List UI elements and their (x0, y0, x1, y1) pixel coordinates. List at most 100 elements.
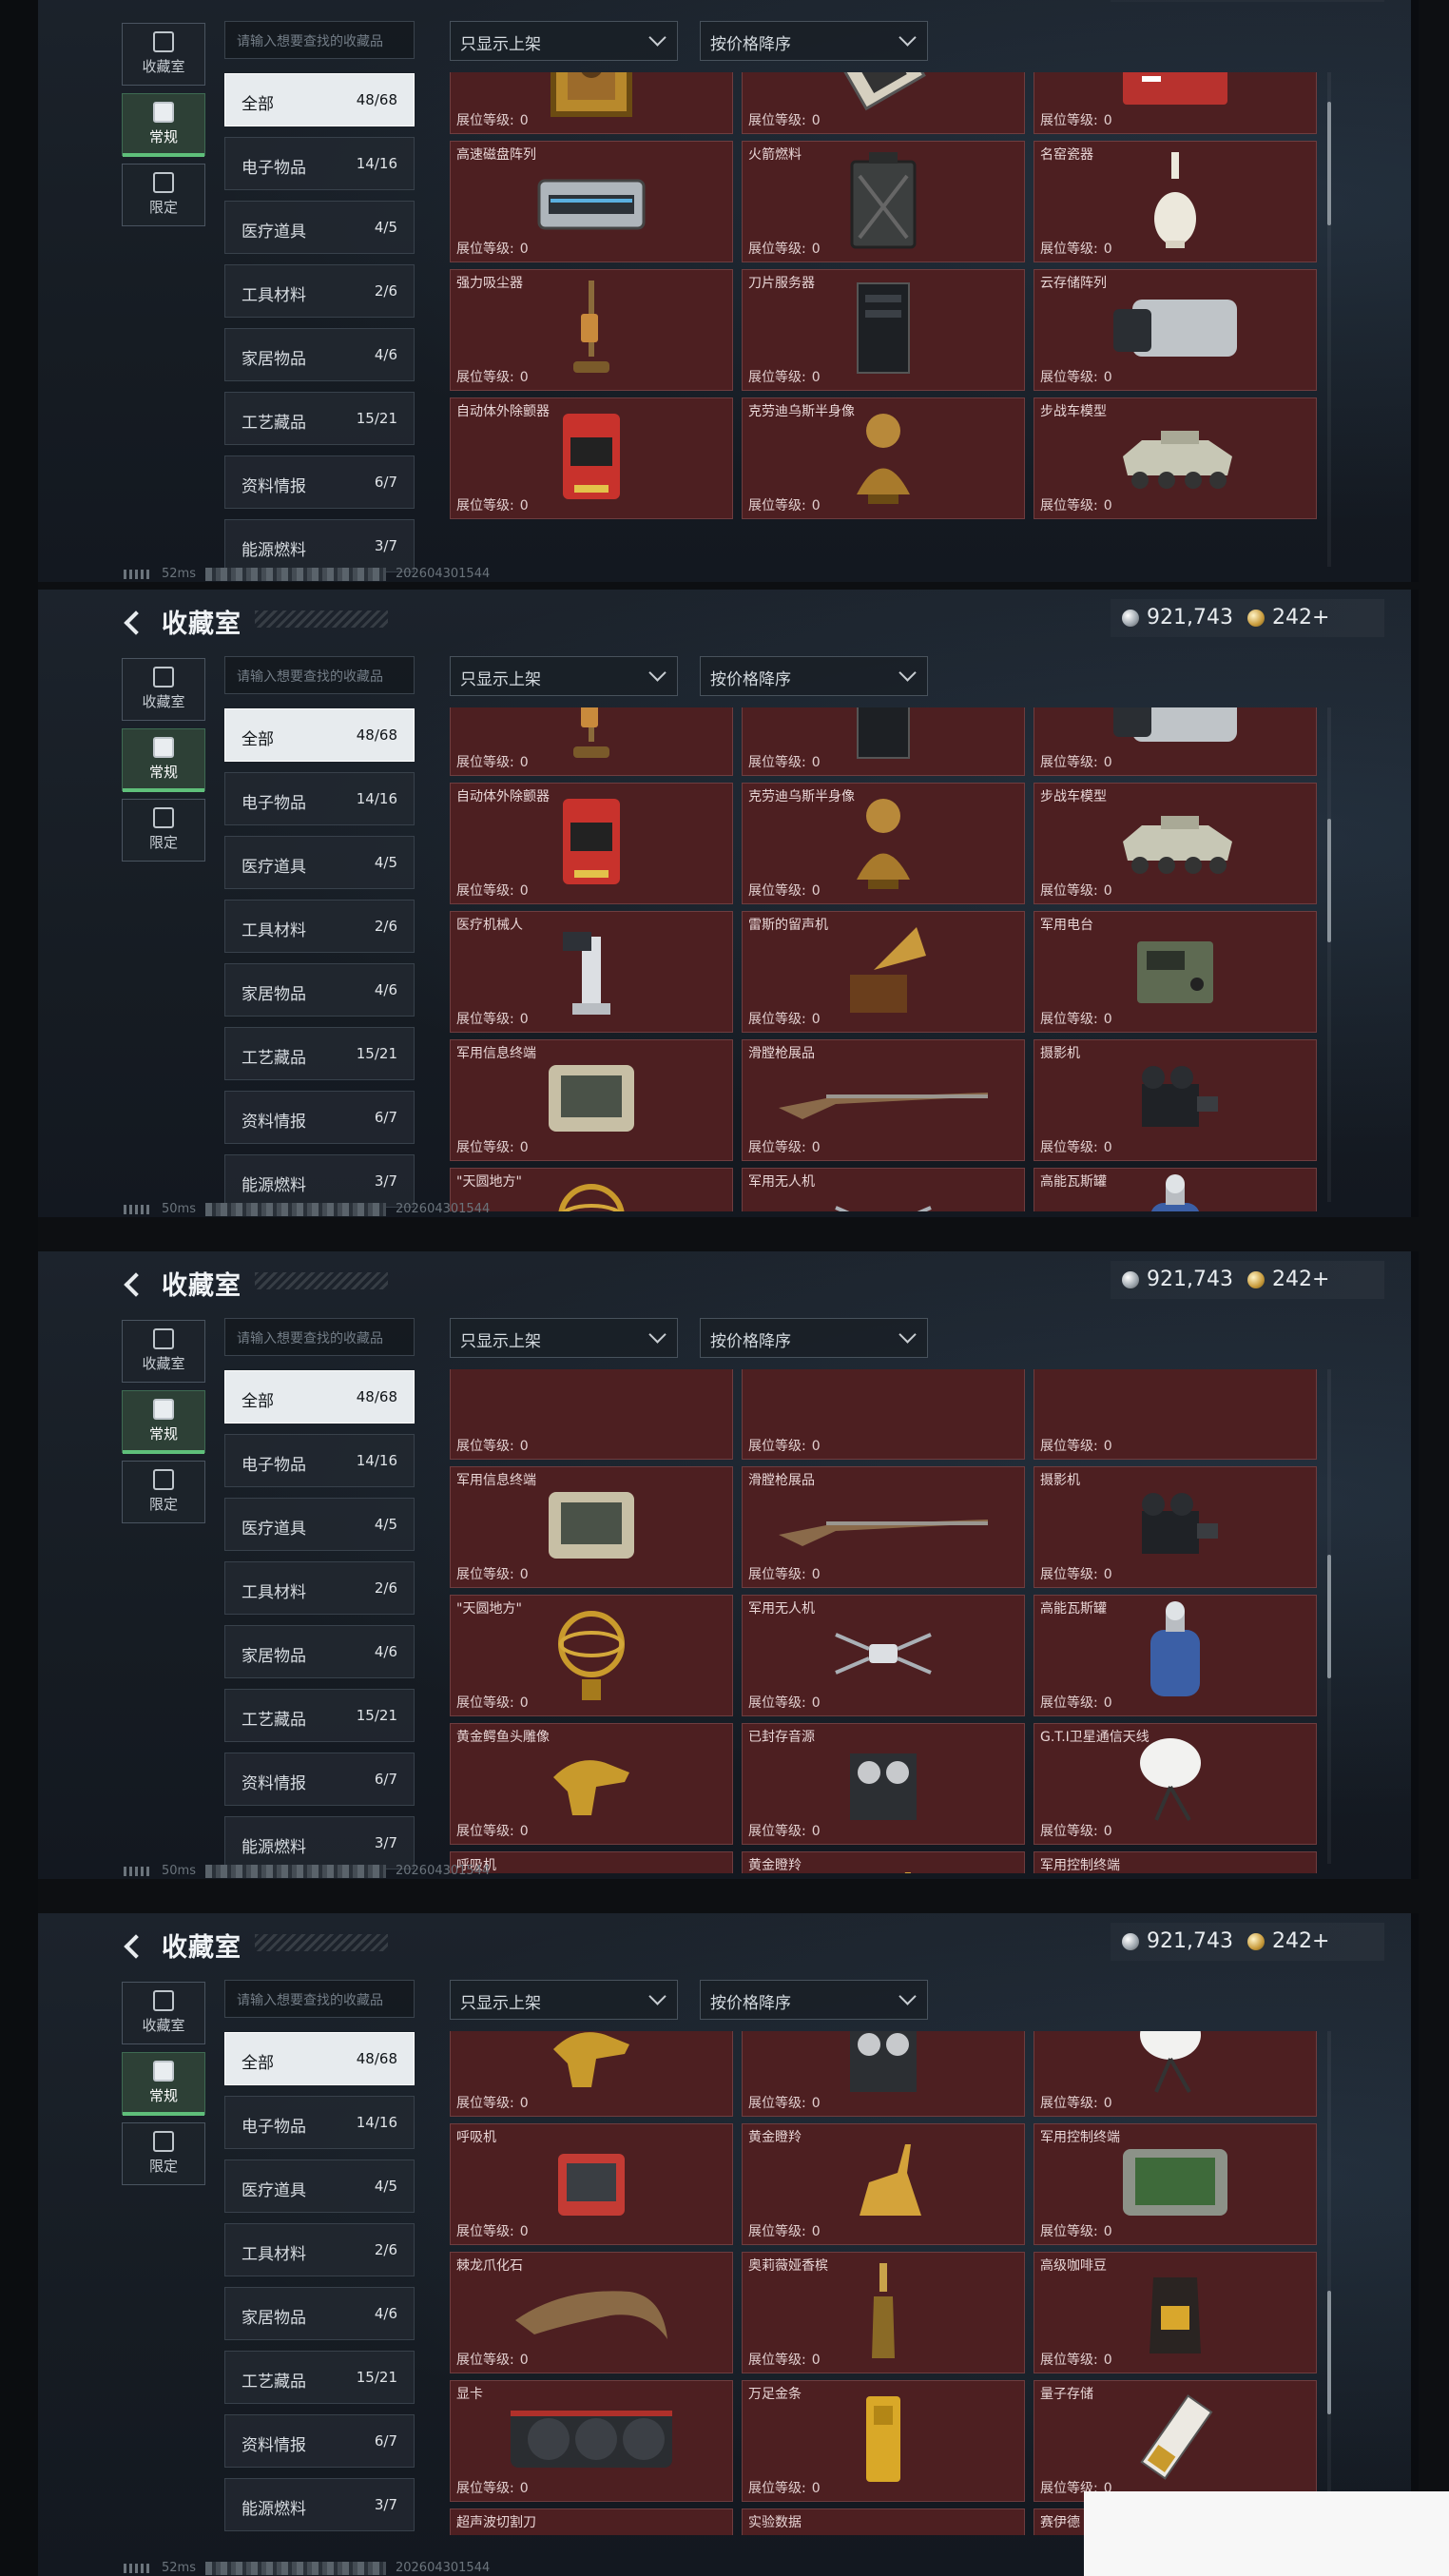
category-item[interactable]: 医疗道具 4/5 (224, 201, 415, 254)
category-item[interactable]: 电子物品 14/16 (224, 137, 415, 190)
category-item[interactable]: 资料情报 6/7 (224, 2414, 415, 2468)
collection-card[interactable]: 展位等级: 0 (742, 72, 1025, 134)
collection-card[interactable]: 展位等级: 0 (450, 72, 733, 134)
tab-regular[interactable]: 常规 (122, 1390, 205, 1454)
category-item[interactable]: 工艺藏品 15/21 (224, 2351, 415, 2404)
collection-card[interactable]: 展位等级: 0 (1034, 707, 1317, 776)
filter-dropdown[interactable]: 只显示上架 (450, 1318, 678, 1358)
collection-card[interactable]: "天圆地方"展位等级:0 (450, 1595, 733, 1716)
category-item[interactable]: 工艺藏品 15/21 (224, 392, 415, 445)
tab-regular[interactable]: 常规 (122, 2052, 205, 2116)
category-item[interactable]: 家居物品 4/6 (224, 963, 415, 1017)
category-item[interactable]: 医疗道具 4/5 (224, 2160, 415, 2213)
collection-card[interactable]: 滑膛枪展品 展位等级: 0 (742, 1466, 1025, 1588)
collection-card[interactable]: 展位等级: 0 (1034, 1369, 1317, 1460)
filter-dropdown[interactable]: 只显示上架 (450, 21, 678, 61)
category-item[interactable]: 能源燃料 3/7 (224, 1816, 415, 1869)
category-item[interactable]: 工具材料 2/6 (224, 1561, 415, 1615)
filter-dropdown[interactable]: 只显示上架 (450, 656, 678, 696)
grid-scrollbar[interactable] (1327, 707, 1331, 1202)
search-input[interactable]: 请输入想要查找的收藏品 (224, 1980, 415, 2018)
collection-card[interactable]: 军用控制终端展位等级:0 (1034, 1851, 1317, 1873)
collection-card[interactable]: 呼吸机展位等级:0 (450, 1851, 733, 1873)
collection-card[interactable]: 展位等级: 0 (742, 2031, 1025, 2117)
collection-card[interactable]: 实验数据展位等级:0 (742, 2508, 1025, 2535)
category-item[interactable]: 资料情报 6/7 (224, 1753, 415, 1806)
scrollbar-thumb[interactable] (1327, 1555, 1331, 1678)
collection-card[interactable]: 雷斯的留声机 展位等级: 0 (742, 911, 1025, 1033)
collection-card[interactable]: 克劳迪乌斯半身像 展位等级: 0 (742, 397, 1025, 519)
collection-card[interactable]: 步战车模型 展位等级: 0 (1034, 783, 1317, 904)
collection-card[interactable]: 军用信息终端 展位等级: 0 (450, 1039, 733, 1161)
back-icon[interactable] (122, 1930, 150, 1959)
category-item[interactable]: 家居物品 4/6 (224, 2287, 415, 2340)
category-item[interactable]: 资料情报 6/7 (224, 1091, 415, 1144)
collection-card[interactable]: 高能瓦斯罐展位等级:0 (1034, 1168, 1317, 1211)
scrollbar-thumb[interactable] (1327, 819, 1331, 942)
collection-card[interactable]: 展位等级: 0 (1034, 72, 1317, 134)
collection-card[interactable]: 展位等级: 0 (450, 707, 733, 776)
category-item[interactable]: 医疗道具 4/5 (224, 836, 415, 889)
collection-card[interactable]: 呼吸机展位等级:0 (450, 2123, 733, 2245)
scrollbar-thumb[interactable] (1327, 102, 1331, 226)
collection-card[interactable]: 高能瓦斯罐展位等级:0 (1034, 1595, 1317, 1716)
collection-card[interactable]: 医疗机械人 展位等级: 0 (450, 911, 733, 1033)
tab-limited[interactable]: 限定 (122, 2122, 205, 2185)
category-item[interactable]: 医疗道具 4/5 (224, 1498, 415, 1551)
sort-dropdown[interactable]: 按价格降序 (700, 656, 928, 696)
collection-card[interactable]: 名窑瓷器 展位等级: 0 (1034, 141, 1317, 262)
collection-card[interactable]: 军用无人机展位等级:0 (742, 1595, 1025, 1716)
tab-limited[interactable]: 限定 (122, 1461, 205, 1523)
grid-scrollbar[interactable] (1327, 1369, 1331, 1864)
collection-card[interactable]: 黄金鳄鱼头雕像 展位等级: 0 (450, 1723, 733, 1845)
search-input[interactable]: 请输入想要查找的收藏品 (224, 1318, 415, 1356)
sort-dropdown[interactable]: 按价格降序 (700, 21, 928, 61)
category-item[interactable]: 资料情报 6/7 (224, 455, 415, 509)
collection-card[interactable]: 刀片服务器 展位等级: 0 (742, 269, 1025, 391)
scrollbar-thumb[interactable] (1327, 2291, 1331, 2414)
collection-card[interactable]: 展位等级: 0 (1034, 2031, 1317, 2117)
tab-regular[interactable]: 常规 (122, 728, 205, 792)
category-item[interactable]: 工具材料 2/6 (224, 2223, 415, 2276)
tab-collection[interactable]: 收藏室 (122, 23, 205, 86)
collection-card[interactable]: 军用无人机展位等级:0 (742, 1168, 1025, 1211)
collection-card[interactable]: 黄金瞪羚展位等级:0 (742, 2123, 1025, 2245)
collection-card[interactable]: "天圆地方"展位等级:0 (450, 1168, 733, 1211)
search-input[interactable]: 请输入想要查找的收藏品 (224, 21, 415, 59)
tab-limited[interactable]: 限定 (122, 164, 205, 226)
category-item[interactable]: 电子物品 14/16 (224, 2096, 415, 2149)
sort-dropdown[interactable]: 按价格降序 (700, 1980, 928, 2020)
category-item[interactable]: 家居物品 4/6 (224, 328, 415, 381)
tab-limited[interactable]: 限定 (122, 799, 205, 862)
collection-card[interactable]: 强力吸尘器 展位等级: 0 (450, 269, 733, 391)
collection-card[interactable]: 自动体外除颤器 展位等级: 0 (450, 783, 733, 904)
collection-card[interactable]: 步战车模型 展位等级: 0 (1034, 397, 1317, 519)
collection-card[interactable]: 量子存储 展位等级: 0 (1034, 2380, 1317, 2502)
collection-card[interactable]: G.T.I卫星通信天线 展位等级: 0 (1034, 1723, 1317, 1845)
collection-card[interactable]: 云存储阵列 展位等级: 0 (1034, 269, 1317, 391)
collection-card[interactable]: 滑膛枪展品 展位等级: 0 (742, 1039, 1025, 1161)
grid-scrollbar[interactable] (1327, 72, 1331, 567)
collection-card[interactable]: 超声波切割刀展位等级:0 (450, 2508, 733, 2535)
search-input[interactable]: 请输入想要查找的收藏品 (224, 656, 415, 694)
collection-card[interactable]: 军用电台 展位等级: 0 (1034, 911, 1317, 1033)
back-icon[interactable] (122, 607, 150, 635)
tab-collection[interactable]: 收藏室 (122, 658, 205, 721)
collection-card[interactable]: 展位等级: 0 (742, 1369, 1025, 1460)
collection-card[interactable]: 黄金瞪羚展位等级:0 (742, 1851, 1025, 1873)
collection-card[interactable]: 高级咖啡豆 展位等级: 0 (1034, 2252, 1317, 2373)
category-item[interactable]: 工具材料 2/6 (224, 900, 415, 953)
back-icon[interactable] (122, 1269, 150, 1297)
collection-card[interactable]: 展位等级: 0 (450, 1369, 733, 1460)
category-item[interactable]: 家居物品 4/6 (224, 1625, 415, 1678)
collection-card[interactable]: 高速磁盘阵列 展位等级: 0 (450, 141, 733, 262)
category-item[interactable]: 电子物品 14/16 (224, 772, 415, 825)
collection-card[interactable]: 展位等级: 0 (742, 707, 1025, 776)
category-item[interactable]: 工艺藏品 15/21 (224, 1689, 415, 1742)
collection-card[interactable]: 棘龙爪化石 展位等级: 0 (450, 2252, 733, 2373)
category-item[interactable]: 全部 48/68 (224, 708, 415, 762)
category-item[interactable]: 能源燃料 3/7 (224, 1154, 415, 1208)
collection-card[interactable]: 奥莉薇娅香槟 展位等级: 0 (742, 2252, 1025, 2373)
collection-card[interactable]: 摄影机 展位等级: 0 (1034, 1466, 1317, 1588)
collection-card[interactable]: 自动体外除颤器 展位等级: 0 (450, 397, 733, 519)
